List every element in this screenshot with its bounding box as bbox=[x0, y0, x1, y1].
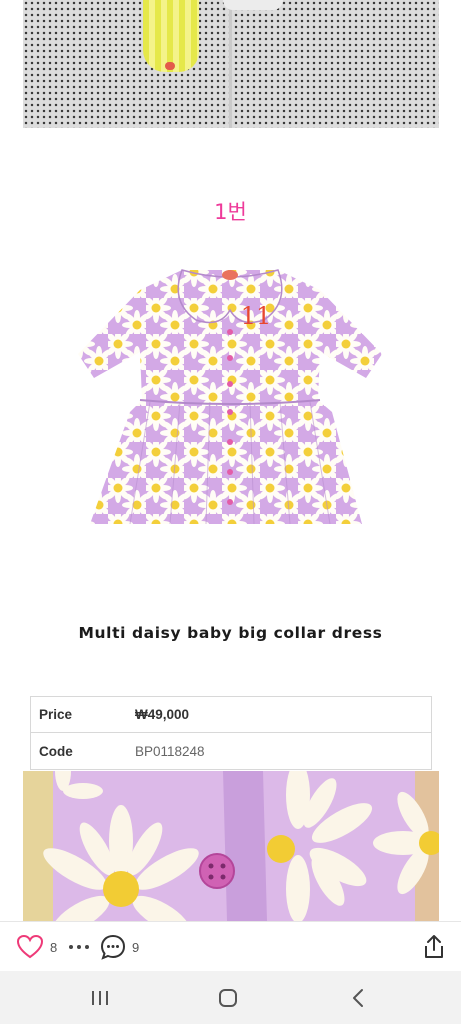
share-icon bbox=[425, 935, 443, 958]
comment-count: 9 bbox=[132, 939, 140, 955]
top-product-photo bbox=[23, 0, 439, 128]
share-button[interactable] bbox=[422, 922, 446, 972]
like-button[interactable]: 8 bbox=[16, 922, 57, 972]
more-button[interactable] bbox=[68, 922, 90, 972]
price-value: ₩49,000 bbox=[135, 707, 190, 722]
comment-icon bbox=[100, 934, 126, 960]
code-key: Code bbox=[39, 743, 73, 759]
price-key: Price bbox=[39, 707, 73, 722]
back-icon bbox=[353, 988, 363, 1007]
price-row: Price ₩49,000 bbox=[31, 697, 431, 733]
post-action-bar: 8 9 bbox=[0, 921, 461, 971]
code-value: BP0118248 bbox=[135, 743, 205, 759]
home-button[interactable] bbox=[198, 971, 258, 1024]
item-number-label: 1번 bbox=[214, 200, 247, 224]
recent-apps-button[interactable] bbox=[70, 971, 130, 1024]
fabric-closeup-photo bbox=[23, 771, 439, 921]
heart-icon bbox=[16, 934, 44, 959]
back-button[interactable] bbox=[328, 971, 388, 1024]
code-row: Code BP0118248 bbox=[31, 733, 431, 769]
product-title: Multi daisy baby big collar dress bbox=[78, 624, 383, 642]
product-info-table: Price ₩49,000 Code BP0118248 bbox=[30, 696, 432, 770]
like-count: 8 bbox=[50, 939, 58, 955]
comment-button[interactable]: 9 bbox=[100, 922, 139, 972]
dress-product-image: 11 bbox=[78, 269, 382, 524]
dress-tag-number: 11 bbox=[241, 302, 272, 330]
home-icon bbox=[219, 988, 237, 1007]
system-navigation-bar bbox=[0, 971, 461, 1024]
recent-apps-icon bbox=[92, 990, 108, 1005]
more-icon bbox=[69, 945, 89, 949]
